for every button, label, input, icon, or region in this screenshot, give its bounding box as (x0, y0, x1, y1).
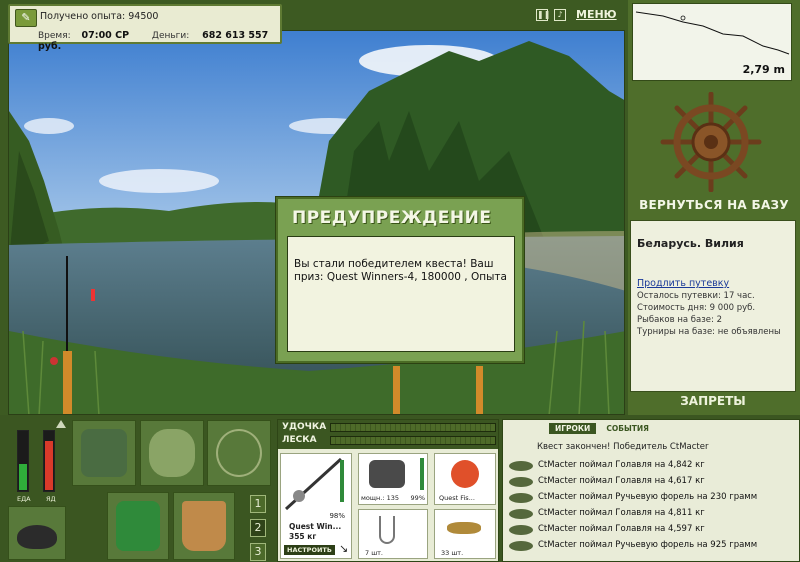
notepad-icon[interactable]: ✎ (15, 9, 37, 27)
food-bar (17, 430, 29, 492)
list-item: CtMacter поймал Ручьевую форель на 925 г… (503, 538, 799, 554)
event-text: CtMacter поймал Голавля на 4,597 кг (538, 524, 705, 534)
fish-icon (509, 461, 533, 471)
vegetable-basket-slot[interactable] (107, 492, 169, 560)
rod-weight: 355 кг (289, 532, 317, 541)
inventory-page-2[interactable]: 2 (250, 519, 266, 537)
anglers-count: Рыбаков на базе: 2 (637, 315, 722, 325)
time-label: Время: (38, 31, 71, 41)
bait-slot[interactable]: 33 шт. (434, 509, 496, 559)
lure-icon (451, 460, 479, 488)
sound-icon[interactable]: ♪ (554, 8, 566, 21)
tackle-box-slot[interactable] (72, 420, 136, 486)
event-text: CtMacter поймал Ручьевую форель на 230 г… (538, 492, 758, 502)
base-name: Беларусь. Вилия (637, 237, 744, 250)
list-item: CtMacter поймал Ручьевую форель на 230 г… (503, 490, 799, 506)
quest-finished-text: Квест закончен! Победитель CtMacter (537, 442, 709, 452)
menu-button[interactable]: МЕНЮ (576, 8, 617, 21)
lure-slot[interactable]: Quest Fis... (434, 453, 496, 505)
warning-dialog[interactable]: ПРЕДУПРЕЖДЕНИЕ Вы стали победителем квес… (276, 197, 524, 363)
bag-icon (149, 429, 195, 477)
extend-permit-link[interactable]: Продлить путевку (637, 278, 789, 289)
poison-bar (43, 430, 55, 492)
poison-label: ЯД (46, 495, 56, 503)
inventory-page-1[interactable]: 1 (250, 495, 266, 513)
reel-percent: 99% (410, 494, 425, 502)
event-text: CtMacter поймал Голавля на 4,811 кг (538, 508, 705, 518)
return-to-base-button[interactable]: ВЕРНУТЬСЯ НА БАЗУ (630, 198, 798, 212)
line-label: ЛЕСКА (282, 435, 317, 445)
event-text: CtMacter поймал Голавля на 4,842 кг (538, 460, 705, 470)
bans-button[interactable]: ЗАПРЕТЫ (630, 394, 796, 408)
rod-durability-bar (340, 460, 344, 502)
bucket-icon (182, 501, 226, 551)
food-label: ЕДА (17, 495, 31, 503)
list-item: CtMacter поймал Голавля на 4,597 кг (503, 522, 799, 538)
cauldron-slot[interactable] (8, 506, 66, 560)
dialog-message: Вы стали победителем квеста! Ваш приз: Q… (287, 236, 515, 352)
rod-tension-bar (330, 423, 496, 432)
arrow-up-icon[interactable] (56, 420, 66, 428)
lure-name: Quest Fis... (439, 494, 475, 502)
cauldron-icon (17, 525, 57, 549)
grasshopper-icon (447, 522, 481, 534)
arrow-icon: ↘ (339, 542, 349, 555)
fish-icon (509, 493, 533, 503)
poison-bar-fill (45, 440, 53, 490)
bait-count: 33 шт. (441, 549, 464, 557)
list-item: CtMacter поймал Голавля на 4,617 кг (503, 474, 799, 490)
rod-name: Quest Win... (289, 522, 342, 531)
event-text: CtMacter поймал Ручьевую форель на 925 г… (538, 540, 758, 550)
list-item: CtMacter поймал Голавля на 4,811 кг (503, 506, 799, 522)
tackle-box-icon (81, 429, 127, 477)
landing-net-icon (216, 429, 262, 477)
line-tension-bar (330, 436, 496, 445)
setup-button[interactable]: НАСТРОИТЬ (284, 545, 335, 555)
fish-icon (509, 541, 533, 551)
hook-count: 7 шт. (365, 549, 384, 557)
permit-remaining: Осталось путевки: 17 час. (637, 291, 755, 301)
landing-net-slot[interactable] (207, 420, 271, 486)
dialog-title: ПРЕДУПРЕЖДЕНИЕ (292, 208, 492, 228)
tab-events[interactable]: СОБЫТИЯ (600, 423, 655, 434)
day-cost: Стоимость дня: 9 000 руб. (637, 303, 756, 313)
events-panel: ИГРОКИ СОБЫТИЯ Квест закончен! Победител… (502, 419, 800, 562)
fish-icon (509, 477, 533, 487)
reel-slot[interactable]: мощн.: 135 99% (358, 453, 428, 505)
tab-players[interactable]: ИГРОКИ (549, 423, 597, 434)
top-toolbar: ❚❚ ♪ МЕНЮ (536, 8, 617, 21)
reel-power: мощн.: 135 (361, 494, 399, 502)
base-info-panel: Беларусь. Вилия Продлить путевку Осталос… (630, 220, 796, 392)
inventory-page-3[interactable]: 3 (250, 543, 266, 561)
list-item: CtMacter поймал Голавля на 4,842 кг (503, 458, 799, 474)
hook-slot[interactable]: 7 шт. (358, 509, 428, 559)
rod-percent: 98% (329, 512, 345, 520)
time-value: 07:00 СР (81, 30, 130, 41)
reel-durability-bar (420, 458, 424, 490)
vegetable-basket-icon (116, 501, 160, 551)
tournaments-info: Турниры на базе: не объявлены (637, 327, 781, 337)
fish-icon (509, 525, 533, 535)
money-label: Деньги: (151, 31, 190, 41)
ship-wheel-icon[interactable] (656, 91, 766, 193)
bag-slot[interactable] (140, 420, 204, 486)
fish-icon (509, 509, 533, 519)
reel-icon (369, 460, 405, 488)
bucket-slot[interactable] (173, 492, 235, 560)
hook-icon (379, 516, 395, 544)
status-hud: ✎ Получено опыта: 94500 Время: 07:00 СР … (8, 4, 282, 52)
tackle-panel: УДОЧКА ЛЕСКА 98% Quest Win... 355 кг НАС… (277, 419, 499, 562)
rod-label: УДОЧКА (282, 422, 327, 432)
experience-text: Получено опыта: 94500 (40, 11, 159, 22)
events-tabs: ИГРОКИ СОБЫТИЯ (549, 423, 655, 434)
pause-icon[interactable]: ❚❚ (536, 8, 550, 21)
depth-map[interactable]: 2,79 m (632, 3, 792, 81)
food-bar-fill (19, 463, 27, 490)
time-money-row: Время: 07:00 СР Деньги: 682 613 557 руб. (38, 30, 280, 52)
depth-value: 2,79 m (742, 63, 785, 76)
event-text: CtMacter поймал Голавля на 4,617 кг (538, 476, 705, 486)
